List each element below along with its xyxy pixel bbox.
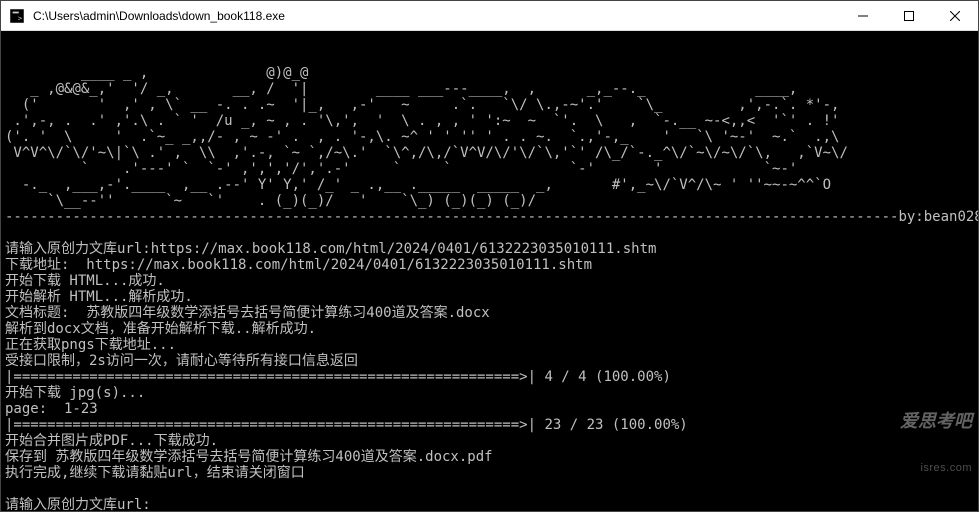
console-area[interactable]: ____ _ , @)@_@ _ ,@&@&_,' '/ _, __, / '|… (1, 31, 978, 511)
app-icon: > (9, 8, 25, 24)
titlebar[interactable]: > C:\Users\admin\Downloads\down_book118.… (1, 1, 978, 31)
log-output: 请输入原创力文库url:https://max.book118.com/html… (5, 241, 688, 511)
ascii-art-banner: ____ _ , @)@_@ _ ,@&@&_,' '/ _, __, / '|… (5, 65, 848, 209)
maximize-button[interactable] (886, 1, 932, 31)
minimize-button[interactable] (840, 1, 886, 31)
console-output: ____ _ , @)@_@ _ ,@&@&_,' '/ _, __, / '|… (5, 65, 974, 511)
close-button[interactable] (932, 1, 978, 31)
window-title: C:\Users\admin\Downloads\down_book118.ex… (33, 9, 840, 23)
author-divider: ----------------------------------------… (5, 209, 978, 225)
window-controls (840, 1, 978, 31)
svg-text:>: > (18, 14, 22, 22)
app-window: > C:\Users\admin\Downloads\down_book118.… (0, 0, 979, 512)
